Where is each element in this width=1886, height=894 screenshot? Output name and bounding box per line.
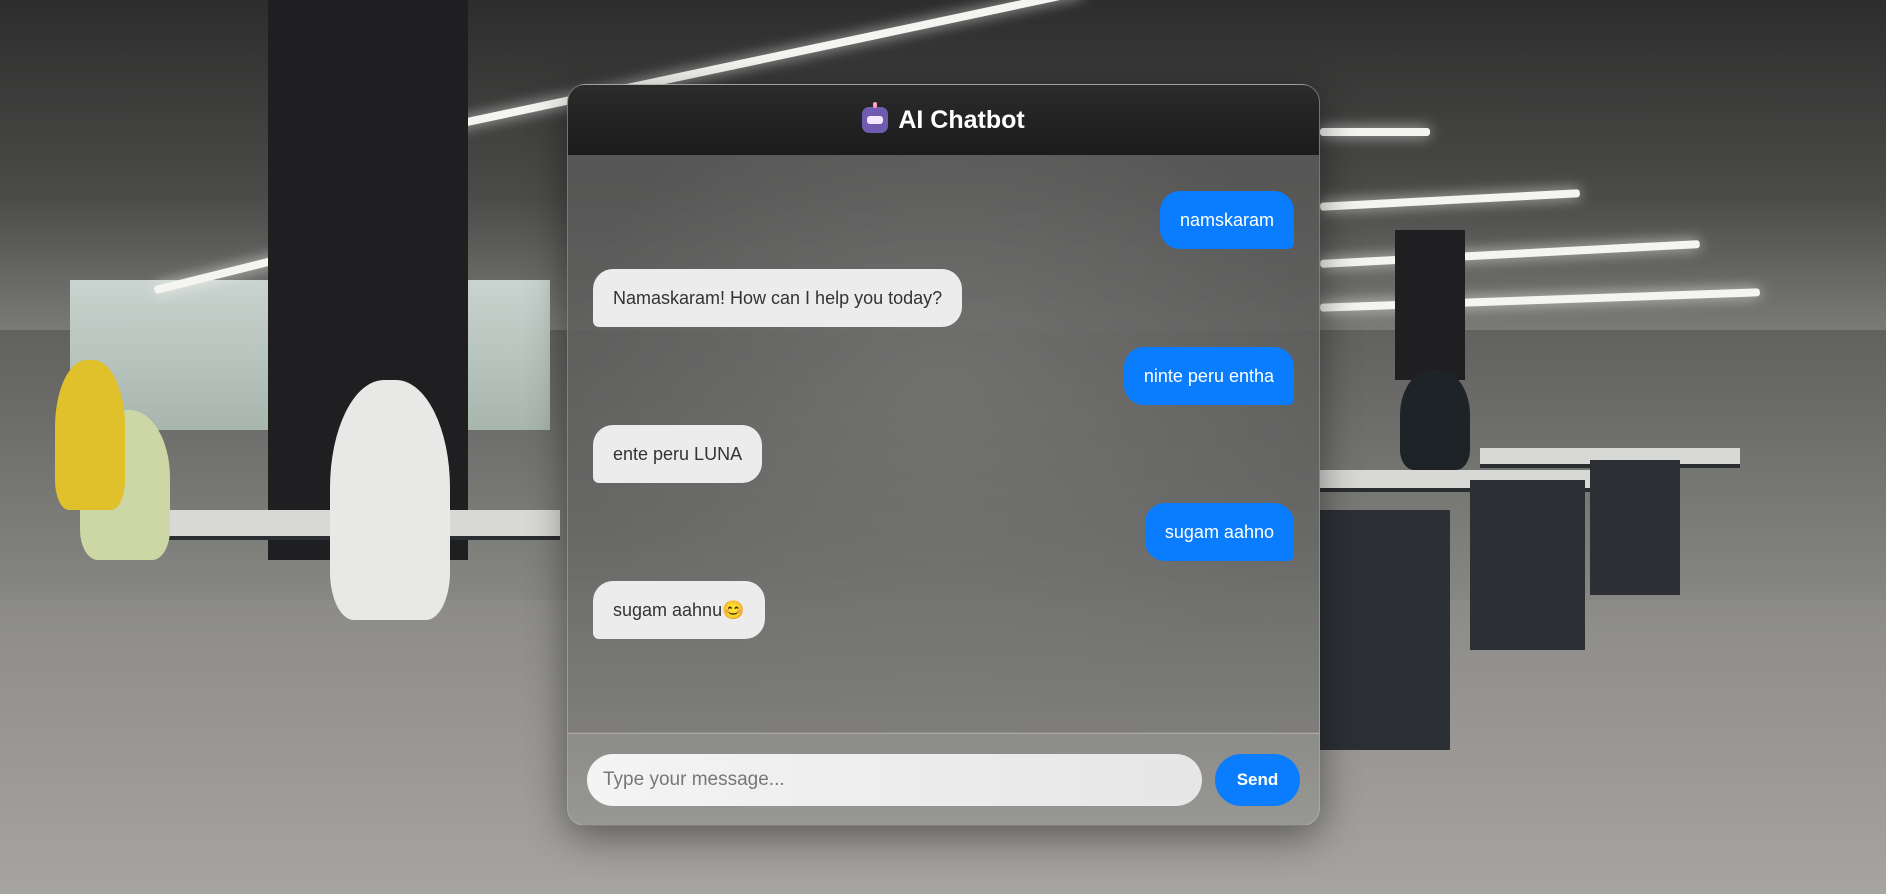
person <box>330 380 450 620</box>
person <box>55 360 125 510</box>
robot-icon <box>862 102 889 133</box>
bot-message: ente peru LUNA <box>593 425 763 483</box>
desk-cabinet <box>1470 480 1585 650</box>
send-button[interactable]: Send <box>1215 753 1300 806</box>
desk-cabinet <box>1590 460 1680 595</box>
pillar <box>1395 230 1465 380</box>
message-list[interactable]: namskaram Namaskaram! How can I help you… <box>568 155 1319 732</box>
message-input[interactable] <box>587 753 1202 806</box>
user-message: namskaram <box>1159 191 1294 249</box>
chat-title: AI Chatbot <box>898 105 1025 134</box>
ceiling-light <box>1320 128 1430 136</box>
desk-cabinet <box>1320 510 1450 750</box>
composer: Send <box>568 733 1319 825</box>
bot-message: Namaskaram! How can I help you today? <box>593 269 963 327</box>
chat-header: AI Chatbot <box>568 85 1319 155</box>
user-message: ninte peru entha <box>1123 347 1294 405</box>
chat-window: AI Chatbot namskaram Namaskaram! How can… <box>567 84 1320 826</box>
person <box>1400 370 1470 470</box>
user-message: sugam aahno <box>1144 503 1294 561</box>
bot-message: sugam aahnu😊 <box>593 581 765 639</box>
